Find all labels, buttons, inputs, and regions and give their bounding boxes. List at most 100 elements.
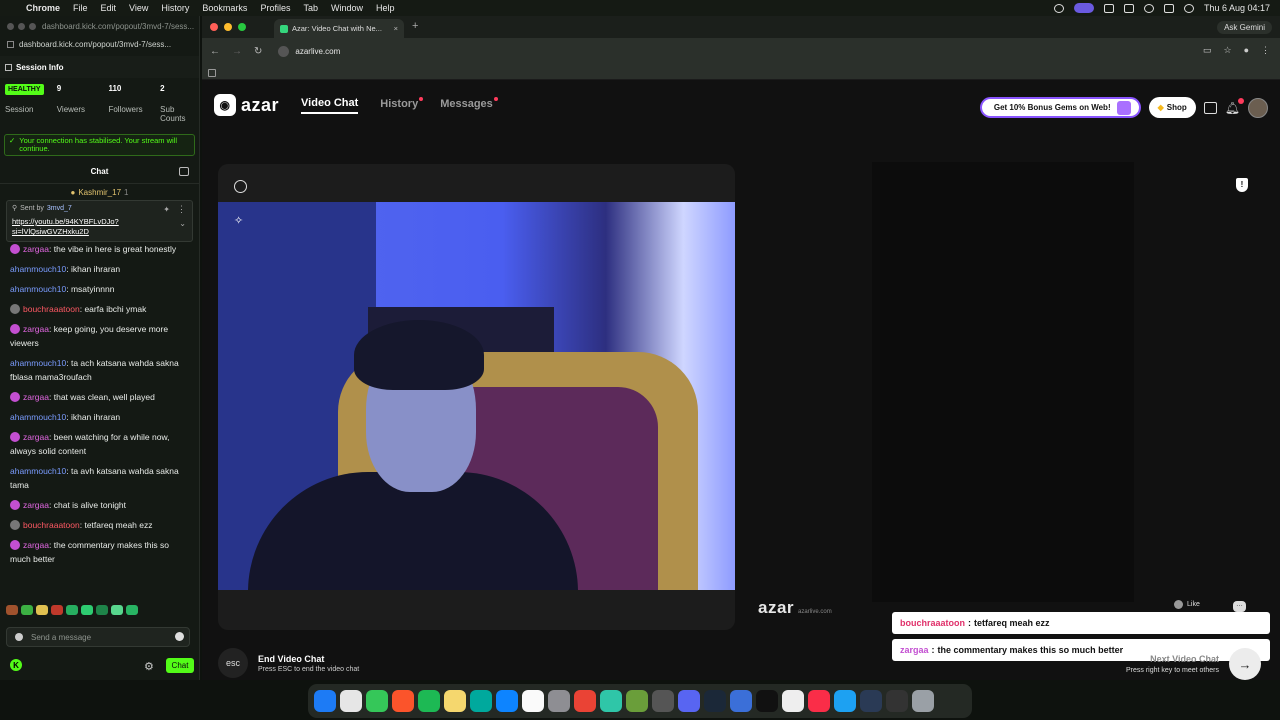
menu-profiles[interactable]: Profiles [260,3,290,13]
notion-dock-icon[interactable] [522,690,544,712]
next-chat-button[interactable]: → [1229,648,1261,680]
reload-icon[interactable]: ↻ [254,46,262,57]
menu-app-name[interactable]: Chrome [26,3,60,13]
notion-icon[interactable] [1103,3,1114,13]
inventory-icon[interactable] [1203,101,1217,114]
emote-icon[interactable] [126,605,138,615]
menu-bookmarks[interactable]: Bookmarks [202,3,247,13]
menu-view[interactable]: View [129,3,148,13]
capcut-icon[interactable] [782,690,804,712]
send-message-input[interactable]: Send a message [6,627,190,647]
pinned-banner[interactable]: ● Kashmir_17 1 [0,184,199,200]
chat-username[interactable]: ahammouch10 [10,264,66,274]
menu-history[interactable]: History [161,3,189,13]
emote-icon[interactable] [96,605,108,615]
pinned-message[interactable]: ⚲ Sent by 3mvd_7 https://youtu.be/94KYBF… [6,200,193,242]
steam-icon[interactable] [704,690,726,712]
trash-icon[interactable] [912,690,934,712]
site-settings-icon[interactable] [7,40,14,48]
emoji-icon[interactable] [175,632,184,641]
like-indicator[interactable]: Like [1174,600,1200,609]
kick-logo-icon[interactable]: K [10,659,22,671]
chat-username[interactable]: zargaa [23,244,49,254]
menu-window[interactable]: Window [331,3,363,13]
control-center-icon[interactable] [1163,3,1174,13]
bonus-gems-button[interactable]: Get 10% Bonus Gems on Web! [979,97,1141,118]
esc-key[interactable]: esc [218,648,248,678]
finder-icon[interactable] [314,690,336,712]
chat-username[interactable]: zargaa [23,540,49,550]
notes-icon[interactable] [444,690,466,712]
nav-messages[interactable]: Messages [440,96,498,113]
minimize-dot-icon[interactable] [18,22,25,30]
more-dots-icon[interactable]: … [1233,601,1246,612]
chat-username[interactable]: ahammouch10 [10,412,66,422]
chat-username[interactable]: bouchraaatoon [23,520,80,530]
menu-tab[interactable]: Tab [303,3,318,13]
status-icon[interactable] [1053,3,1064,13]
notes-pill-icon[interactable] [1073,3,1094,13]
shop-button[interactable]: ◆ Shop [1148,97,1196,118]
unpin-icon[interactable]: ✦ [163,205,170,214]
window-icon[interactable] [886,690,908,712]
close-tab-icon[interactable]: × [394,24,398,33]
settings-gear-icon[interactable]: ⚙ [144,660,154,673]
nav-history[interactable]: History [380,96,424,113]
menu-edit[interactable]: Edit [101,3,117,13]
bell-icon[interactable]: 🔔︎ [1225,97,1244,115]
pinned-sender[interactable]: 3mvd_7 [47,205,72,212]
magic-wand-icon[interactable]: ✧ [234,214,243,227]
spotify-icon[interactable] [418,690,440,712]
more-options-icon[interactable]: ⋮ [177,204,186,215]
launchpad-icon[interactable] [340,690,362,712]
emote-icon[interactable] [6,605,18,615]
chat-username[interactable]: ahammouch10 [10,358,66,368]
chat-username[interactable]: ahammouch10 [10,466,66,476]
site-info-icon[interactable] [278,45,290,57]
text-input-icon[interactable] [1123,3,1134,13]
chrome-menu-icon[interactable]: ⋮ [1261,45,1270,56]
zoom-dot-icon[interactable] [29,22,36,30]
chat-username[interactable]: zargaa [23,432,49,442]
apps-grid-icon[interactable] [208,69,216,77]
chat-username[interactable]: ahammouch10 [10,284,66,294]
app-icon[interactable] [600,690,622,712]
back-icon[interactable]: ← [210,46,220,57]
brave-icon[interactable] [392,690,414,712]
minecraft-icon[interactable] [626,690,648,712]
siri-icon[interactable] [1183,3,1194,13]
menu-clock[interactable]: Thu 6 Aug 04:17 [1204,3,1270,13]
app-icon[interactable] [730,690,752,712]
emote-icon[interactable] [111,605,123,615]
system-settings-icon[interactable] [548,690,570,712]
menu-help[interactable]: Help [376,3,395,13]
chat-username[interactable]: zargaa [23,324,49,334]
omnibox[interactable]: azarlive.com [278,45,340,57]
chrome-dock-icon[interactable] [574,690,596,712]
messages-icon[interactable] [366,690,388,712]
emote-icon[interactable] [81,605,93,615]
tiktok-icon[interactable] [756,690,778,712]
forward-icon[interactable]: → [232,46,242,57]
chat-send-button[interactable]: Chat [166,658,194,673]
tab-azar[interactable]: Azar: Video Chat with Ne... × [274,19,404,38]
obs-icon[interactable] [652,690,674,712]
minimize-window-icon[interactable] [224,23,232,31]
activity-icon[interactable] [470,690,492,712]
chat-username[interactable]: zargaa [23,392,49,402]
music-icon[interactable] [808,690,830,712]
pinned-link[interactable]: https://youtu.be/94KYBFLvDJo?si=lVlQsiwG… [12,217,142,237]
sidebar-toggle-icon[interactable] [5,63,12,71]
chat-username[interactable]: zargaa [23,500,49,510]
azar-logo[interactable]: ◉ azar [214,94,279,116]
discord-icon[interactable] [678,690,700,712]
emote-icon[interactable] [51,605,63,615]
expand-icon[interactable] [234,180,247,193]
new-tab-icon[interactable]: + [412,20,418,32]
ask-gemini-button[interactable]: Ask Gemini [1217,21,1272,34]
wifi-icon[interactable] [1143,3,1154,13]
chat-mode-icon[interactable] [15,633,23,641]
chat-username[interactable]: bouchraaatoon [23,304,80,314]
menu-file[interactable]: File [73,3,88,13]
emote-icon[interactable] [21,605,33,615]
